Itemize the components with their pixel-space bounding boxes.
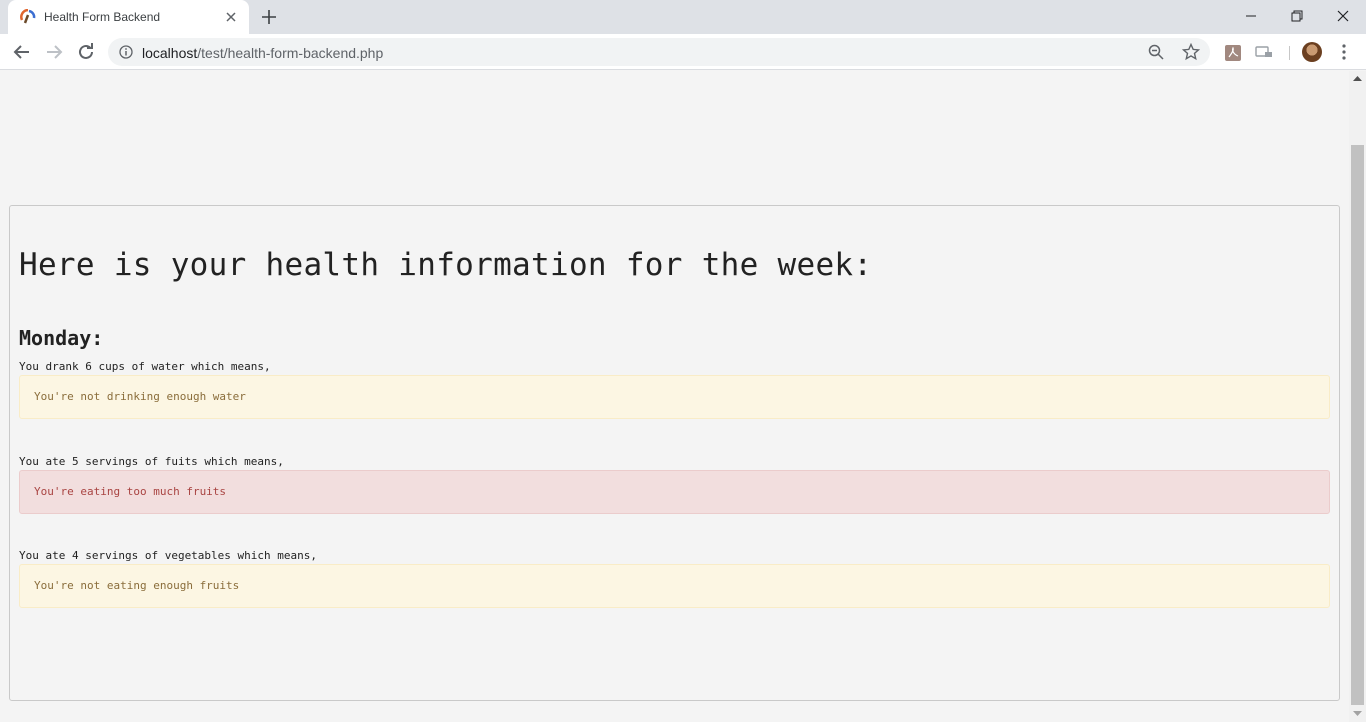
address-bar[interactable]: localhost/test/health-form-backend.php bbox=[108, 38, 1210, 66]
fruit-alert-message: You're eating too much fruits bbox=[34, 485, 227, 498]
water-stat: You drank 6 cups of water which means, bbox=[19, 360, 271, 373]
browser-toolbar: localhost/test/health-form-backend.php bbox=[0, 34, 1366, 70]
new-tab-icon[interactable] bbox=[259, 8, 279, 26]
restore-icon bbox=[1291, 10, 1303, 22]
pdf-extension-icon[interactable] bbox=[1224, 44, 1242, 62]
site-favicon-icon bbox=[20, 9, 36, 24]
cast-extension-icon[interactable] bbox=[1255, 44, 1273, 62]
day-heading: Monday: bbox=[19, 326, 104, 350]
health-info-card: Here is your health information for the … bbox=[9, 205, 1340, 701]
scroll-down-arrow-icon[interactable] bbox=[1353, 711, 1362, 717]
vegetable-alert: You're not eating enough fruits bbox=[19, 564, 1330, 608]
bookmark-star-icon[interactable] bbox=[1182, 43, 1200, 61]
scrollbar-thumb[interactable] bbox=[1351, 145, 1364, 705]
close-icon bbox=[1337, 10, 1349, 22]
url-path: /test/health-form-backend.php bbox=[197, 45, 384, 61]
back-arrow-icon[interactable] bbox=[12, 42, 32, 62]
vegetable-alert-message: You're not eating enough fruits bbox=[34, 579, 240, 592]
tab-title: Health Form Backend bbox=[44, 10, 161, 24]
fruit-stat: You ate 5 servings of fuits which means, bbox=[19, 455, 284, 468]
water-alert-message: You're not drinking enough water bbox=[34, 390, 246, 403]
reload-icon[interactable] bbox=[76, 42, 96, 62]
url-host: localhost bbox=[142, 45, 198, 61]
scroll-up-arrow-icon[interactable] bbox=[1353, 75, 1362, 81]
vegetable-stat: You ate 4 servings of vegetables which m… bbox=[19, 549, 318, 562]
minimize-icon bbox=[1246, 15, 1256, 17]
page-title: Here is your health information for the … bbox=[19, 247, 873, 283]
water-alert: You're not drinking enough water bbox=[19, 375, 1330, 419]
browser-tab[interactable]: Health Form Backend bbox=[8, 0, 249, 34]
info-icon[interactable] bbox=[119, 45, 133, 59]
minimize-button[interactable] bbox=[1228, 0, 1274, 32]
zoom-out-icon[interactable] bbox=[1148, 44, 1164, 60]
close-window-button[interactable] bbox=[1320, 0, 1366, 32]
tab-strip: Health Form Backend bbox=[0, 0, 1366, 34]
vertical-scrollbar[interactable] bbox=[1349, 71, 1366, 722]
forward-arrow-icon[interactable] bbox=[44, 42, 64, 62]
url-text: localhost/test/health-form-backend.php bbox=[142, 45, 383, 61]
page-viewport: Here is your health information for the … bbox=[0, 71, 1349, 722]
restore-button[interactable] bbox=[1274, 0, 1320, 32]
fruit-alert: You're eating too much fruits bbox=[19, 470, 1330, 514]
profile-avatar[interactable] bbox=[1302, 42, 1322, 62]
close-tab-icon[interactable] bbox=[224, 10, 238, 24]
browser-menu-icon[interactable] bbox=[1336, 43, 1352, 61]
toolbar-divider bbox=[1289, 46, 1290, 60]
